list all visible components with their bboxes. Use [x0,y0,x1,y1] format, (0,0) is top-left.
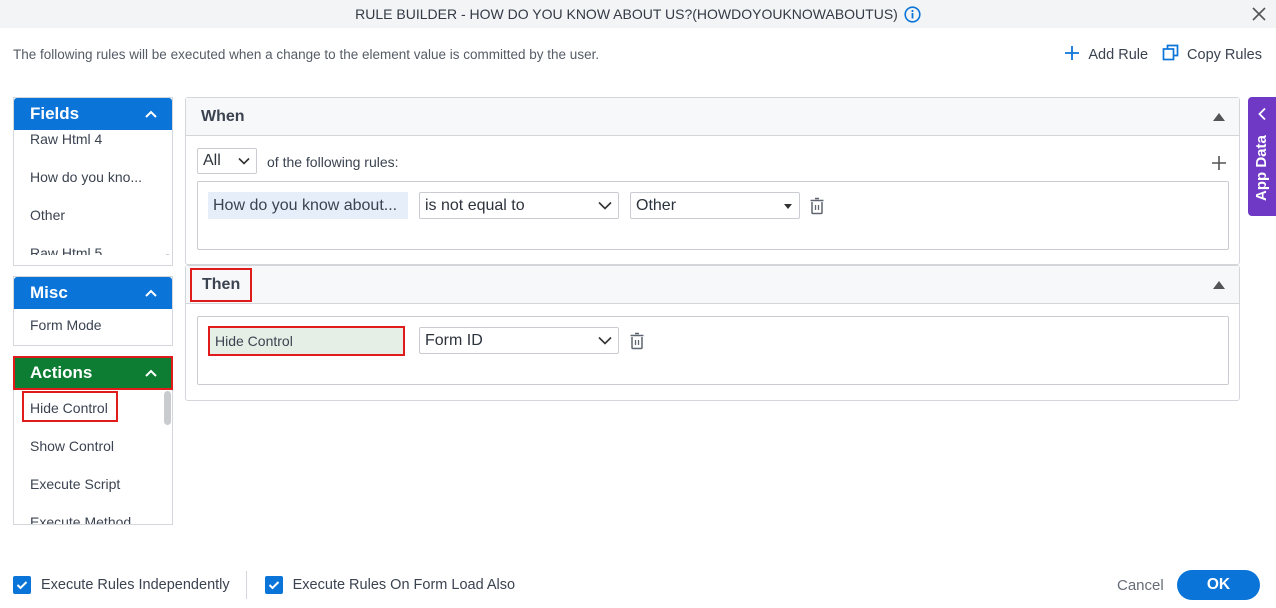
condition-row: How do you know about... is not equal to… [197,181,1229,250]
actions-list: Hide Control Show Control Execute Script… [14,389,172,524]
top-actions: Add Rule Copy Rules [1064,44,1262,65]
execute-on-load-checkbox[interactable]: Execute Rules On Form Load Also [264,576,516,594]
execute-on-load-label: Execute Rules On Form Load Also [292,577,516,593]
checkbox-checked-icon [13,576,31,594]
field-item[interactable]: Raw Html 4 [14,120,172,158]
rules-description: The following rules will be executed whe… [13,47,600,62]
match-suffix-text: of the following rules: [267,154,399,170]
close-icon[interactable] [1250,5,1268,23]
then-header[interactable]: Then [186,266,1239,304]
execute-independently-label: Execute Rules Independently [41,577,230,593]
actions-panel: Actions Hide Control Show Control Execut… [13,356,173,525]
checkbox-checked-icon [264,576,283,594]
copy-rules-button[interactable]: Copy Rules [1162,44,1262,65]
cancel-button[interactable]: Cancel [1117,577,1164,594]
action-item[interactable]: Execute Method [14,503,172,524]
chevron-left-icon [1257,107,1267,126]
condition-operator-select[interactable]: is not equal to [419,192,619,219]
caret-down-icon [783,197,793,215]
match-type-value: All [203,152,221,169]
fields-list: Raw Html 4 How do you kno... Other Raw H… [14,120,172,255]
field-item[interactable]: Other [14,196,172,234]
action-target-select[interactable]: Form ID [419,327,619,354]
dialog-title: RULE BUILDER - HOW DO YOU KNOW ABOUT US?… [355,6,898,22]
misc-panel-header[interactable]: Misc [14,277,172,309]
fields-panel: Fields Raw Html 4 How do you kno... Othe… [13,97,173,266]
value-text: Other [636,196,677,214]
action-item[interactable]: Execute Script [14,465,172,503]
collapse-triangle-icon[interactable] [1213,112,1225,121]
add-rule-label: Add Rule [1088,46,1149,63]
ok-button[interactable]: OK [1177,570,1260,600]
match-type-select[interactable]: All [197,148,257,174]
plus-icon [1064,45,1080,65]
chevron-up-icon [144,363,158,383]
add-rule-button[interactable]: Add Rule [1064,45,1148,65]
app-data-label: App Data [1253,135,1270,201]
target-value: Form ID [425,331,483,349]
delete-action-trash-icon[interactable] [629,332,645,350]
delete-condition-trash-icon[interactable] [809,197,825,215]
footer-options: Execute Rules Independently Execute Rule… [13,571,515,599]
action-name[interactable]: Hide Control [208,326,405,356]
actions-scrollbar[interactable] [164,391,171,425]
add-condition-plus-icon[interactable] [1211,155,1227,176]
actions-panel-header[interactable]: Actions [13,356,173,390]
misc-panel-title: Misc [30,283,68,302]
misc-panel: Misc Form Mode [13,276,173,346]
chevron-up-icon [144,283,158,303]
footer-divider [245,571,247,599]
collapse-triangle-icon[interactable] [1213,280,1225,289]
operator-value: is not equal to [425,196,525,214]
misc-list: Form Mode [14,309,172,343]
field-item[interactable]: How do you kno... [14,158,172,196]
actions-panel-title: Actions [30,363,93,382]
then-section: Then Hide Control Form ID [185,265,1240,401]
copy-rules-label: Copy Rules [1187,46,1262,63]
info-icon[interactable] [904,5,921,23]
when-header[interactable]: When [186,98,1239,136]
action-item-hide-control[interactable]: Hide Control [14,389,172,427]
then-title: Then [190,267,253,302]
field-item[interactable]: Raw Html 5 [14,234,172,255]
app-data-tab[interactable]: App Data [1248,97,1276,216]
chevron-down-icon [598,332,612,350]
copy-icon [1162,44,1179,65]
when-section: When All of the following rules: How do … [185,97,1240,265]
chevron-down-icon [598,197,612,215]
chevron-down-icon [238,152,250,170]
misc-item[interactable]: Form Mode [14,309,172,343]
highlight-box [22,391,118,422]
execute-independently-checkbox[interactable]: Execute Rules Independently [13,576,230,594]
action-item[interactable]: Show Control [14,427,172,465]
condition-field[interactable]: How do you know about... [208,192,408,219]
dialog-titlebar: RULE BUILDER - HOW DO YOU KNOW ABOUT US?… [0,0,1276,28]
when-title: When [201,107,245,125]
fields-scrollbar[interactable] [164,254,171,255]
action-row: Hide Control Form ID [197,316,1229,385]
condition-value-select[interactable]: Other [630,192,800,219]
